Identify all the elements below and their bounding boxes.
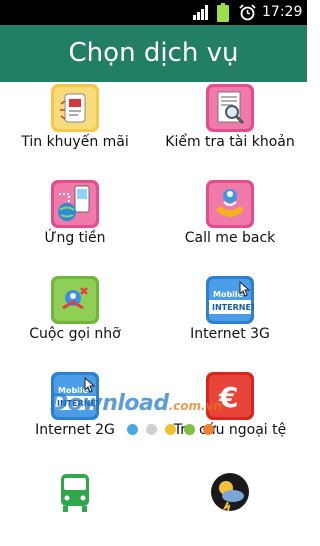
mobile-internet-3g-icon: Mobile INTERNET <box>206 276 254 324</box>
status-bar: 17:29 <box>0 0 307 25</box>
status-time: 17:29 <box>262 4 303 20</box>
service-weather[interactable] <box>155 466 305 546</box>
service-cuoc-goi-nho[interactable]: Cuộc gọi nhỡ <box>0 274 150 354</box>
page-dot-1[interactable] <box>127 424 138 435</box>
service-label: Ứng tiền <box>44 230 106 246</box>
service-label: Call me back <box>184 230 276 246</box>
svg-text:Mobile: Mobile <box>213 290 244 299</box>
service-tin-khuyen-mai[interactable]: Tin khuyến mãi <box>0 82 150 162</box>
bus-icon <box>51 468 99 516</box>
service-ung-tien[interactable]: Ứng tiền <box>0 178 150 258</box>
page-dot-2[interactable] <box>146 424 157 435</box>
page-dot-3[interactable] <box>165 424 176 435</box>
battery-icon <box>217 3 229 22</box>
service-bus[interactable] <box>0 466 150 546</box>
watermark-text: Download <box>50 391 169 416</box>
callback-handset-icon <box>206 180 254 228</box>
service-kiem-tra-tai-khoan[interactable]: Kiểm tra tài khoản <box>155 82 305 162</box>
alarm-clock-icon <box>239 4 256 21</box>
page-indicator <box>127 424 217 436</box>
service-label: Kiểm tra tài khoản <box>165 134 295 150</box>
phone-globe-advance-icon <box>51 180 99 228</box>
service-label: Cuộc gọi nhỡ <box>29 326 121 342</box>
watermark: Download.com.vn <box>50 392 260 416</box>
page-dot-4[interactable] <box>184 424 195 435</box>
service-internet-3g[interactable]: Mobile INTERNET Internet 3G <box>155 274 305 354</box>
service-label: Tin khuyến mãi <box>21 134 129 150</box>
missed-call-icon <box>51 276 99 324</box>
svg-text:INTERNET: INTERNET <box>212 303 254 312</box>
watermark-suffix: .com.vn <box>168 399 222 413</box>
page-dot-5[interactable] <box>203 424 214 435</box>
document-magnifier-icon <box>206 84 254 132</box>
sim-card-promo-icon <box>51 84 99 132</box>
service-call-me-back[interactable]: Call me back <box>155 178 305 258</box>
weather-icon <box>206 468 254 516</box>
header-bar: Chọn dịch vụ <box>0 25 307 82</box>
service-label: Internet 3G <box>190 326 270 342</box>
signal-icon <box>193 5 208 20</box>
page-title: Chọn dịch vụ <box>68 38 239 68</box>
service-grid: Tin khuyến mãi Kiểm tra tài khoản Ứng ti… <box>0 82 307 516</box>
